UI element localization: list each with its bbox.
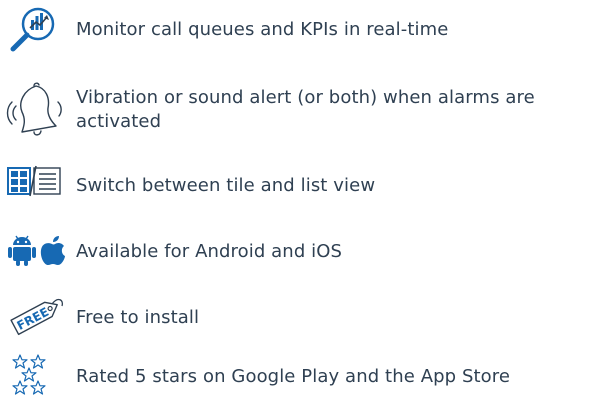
feature-item-free: FREE Free to install	[0, 294, 604, 338]
feature-label: Monitor call queues and KPIs in real-tim…	[76, 19, 449, 40]
tile-list-view-icon	[6, 164, 62, 204]
feature-item-rating: Rated 5 stars on Google Play and the App…	[0, 352, 604, 398]
search-chart-icon	[6, 4, 62, 60]
stars-icon	[6, 352, 66, 398]
feature-label: Switch between tile and list view	[76, 175, 376, 196]
feature-label: Rated 5 stars on Google Play and the App…	[76, 366, 511, 387]
feature-label: Vibration or sound alert (or both) when …	[76, 87, 535, 132]
feature-item-alerts: Vibration or sound alert (or both) when …	[0, 80, 604, 140]
feature-label: Available for Android and iOS	[76, 241, 343, 262]
feature-item-monitor: Monitor call queues and KPIs in real-tim…	[0, 4, 604, 56]
bell-icon	[6, 80, 62, 140]
feature-list: Monitor call queues and KPIs in real-tim…	[0, 0, 604, 403]
free-tag-icon: FREE	[6, 294, 66, 338]
feature-item-view-switch: Switch between tile and list view	[0, 164, 604, 204]
feature-label: Free to install	[76, 307, 200, 328]
feature-item-platforms: Available for Android and iOS	[0, 232, 604, 272]
android-apple-icon	[6, 232, 70, 272]
